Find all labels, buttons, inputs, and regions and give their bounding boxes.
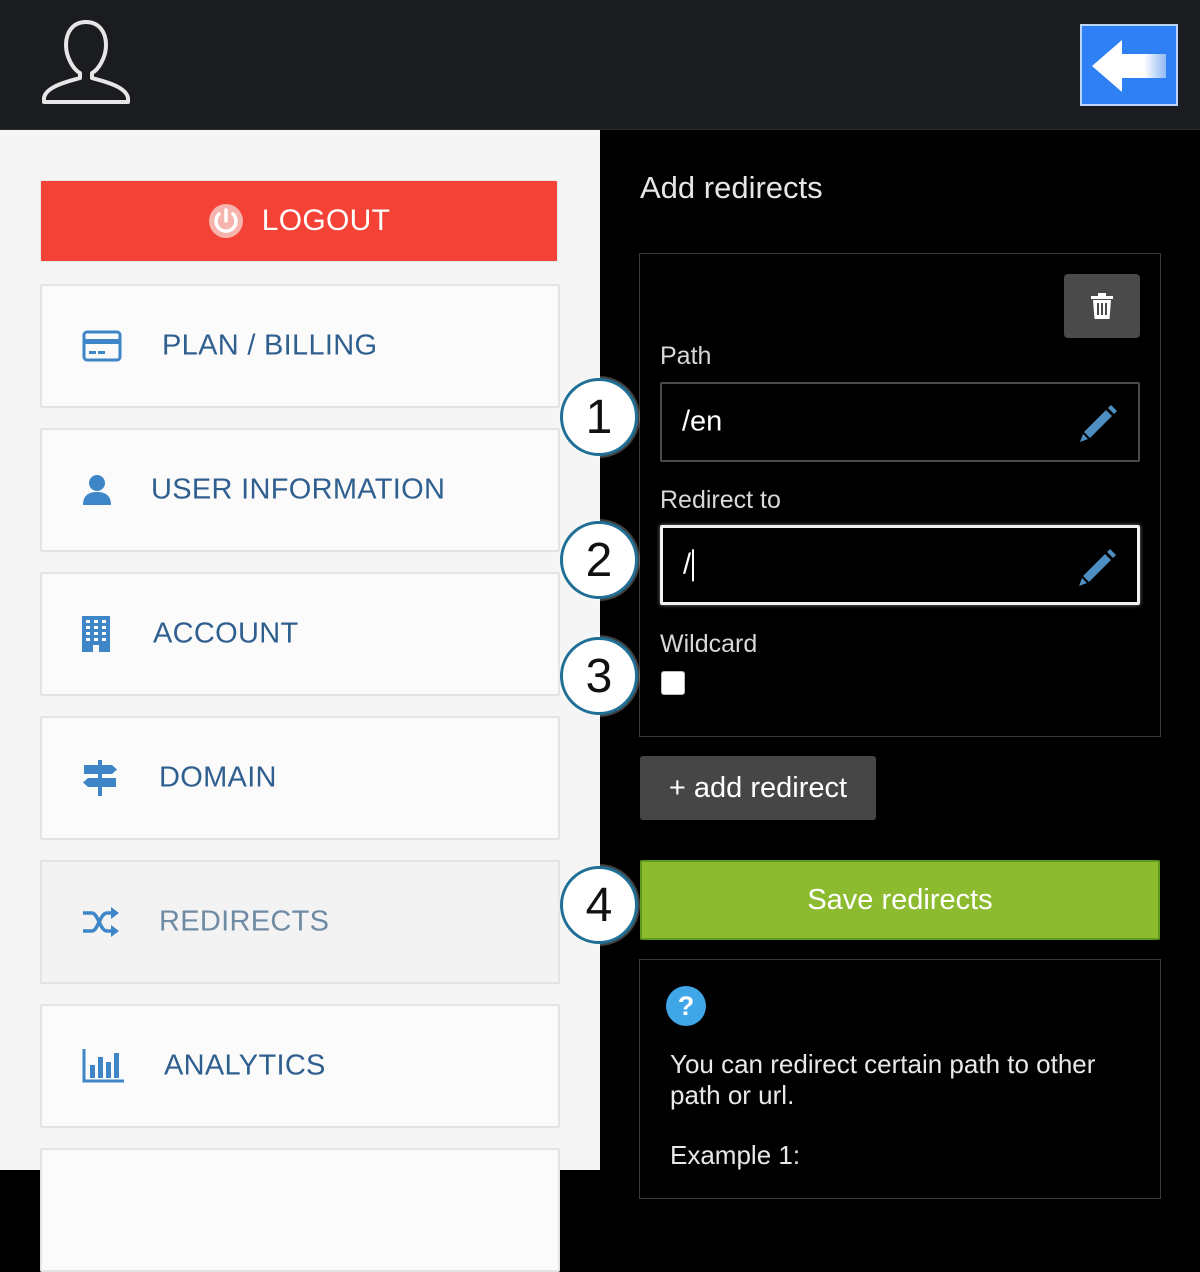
wildcard-checkbox[interactable] (661, 671, 685, 695)
add-redirect-button[interactable]: + add redirect (640, 756, 876, 820)
sidebar-item-plan-billing[interactable]: PLAN / BILLING (40, 284, 560, 408)
delete-redirect-button[interactable] (1064, 274, 1140, 338)
credit-card-icon (82, 330, 122, 362)
sidebar-item-analytics[interactable]: ANALYTICS (40, 1004, 560, 1128)
shuffle-icon (83, 907, 119, 937)
callout-badge-3: 3 (560, 637, 638, 715)
path-value: /en (682, 405, 723, 438)
callout-badge-2: 2 (560, 521, 638, 599)
user-outline-icon[interactable] (40, 18, 132, 104)
sidebar-item-label: DOMAIN (159, 761, 277, 794)
question-icon: ? (666, 986, 706, 1026)
page-title: Add redirects (640, 170, 823, 205)
user-icon (83, 475, 111, 505)
sidebar-item-user-information[interactable]: USER INFORMATION (40, 428, 560, 552)
sidebar-item-label: ACCOUNT (153, 617, 299, 650)
trash-icon (1091, 293, 1113, 319)
back-button[interactable] (1080, 24, 1178, 106)
arrow-left-icon (1092, 40, 1166, 92)
logout-button[interactable]: LOGOUT (40, 180, 558, 262)
logout-label: LOGOUT (261, 204, 391, 237)
path-label: Path (660, 342, 712, 370)
callout-badge-4: 4 (560, 866, 638, 944)
pencil-icon (1080, 405, 1117, 442)
redirect-to-value: / (683, 548, 692, 581)
sidebar-item-label: USER INFORMATION (151, 473, 446, 506)
wildcard-label: Wildcard (660, 630, 758, 658)
redirect-to-value-wrap: / (683, 548, 695, 582)
save-redirects-button[interactable]: Save redirects (640, 860, 1160, 940)
sidebar-item-more[interactable] (40, 1148, 560, 1272)
redirect-to-field[interactable]: / (660, 525, 1140, 605)
top-bar (0, 0, 1200, 130)
building-icon (82, 616, 110, 652)
bar-chart-icon (82, 1049, 124, 1083)
sidebar-item-redirects[interactable]: REDIRECTS (40, 860, 560, 984)
sidebar-item-label: REDIRECTS (159, 905, 330, 938)
path-field[interactable]: /en (660, 382, 1140, 462)
redirect-to-label: Redirect to (660, 486, 781, 514)
callout-badge-1: 1 (560, 378, 638, 456)
help-text: You can redirect certain path to other p… (670, 1049, 1096, 1110)
power-icon (208, 204, 243, 238)
pencil-icon (1079, 549, 1116, 586)
sidebar-item-domain[interactable]: DOMAIN (40, 716, 560, 840)
sidebar-item-label: PLAN / BILLING (162, 329, 378, 362)
help-example: Example 1: (670, 1140, 801, 1170)
sidebar-item-account[interactable]: ACCOUNT (40, 572, 560, 696)
signpost-icon (83, 760, 117, 796)
sidebar-item-label: ANALYTICS (164, 1049, 326, 1082)
text-caret (692, 549, 695, 582)
